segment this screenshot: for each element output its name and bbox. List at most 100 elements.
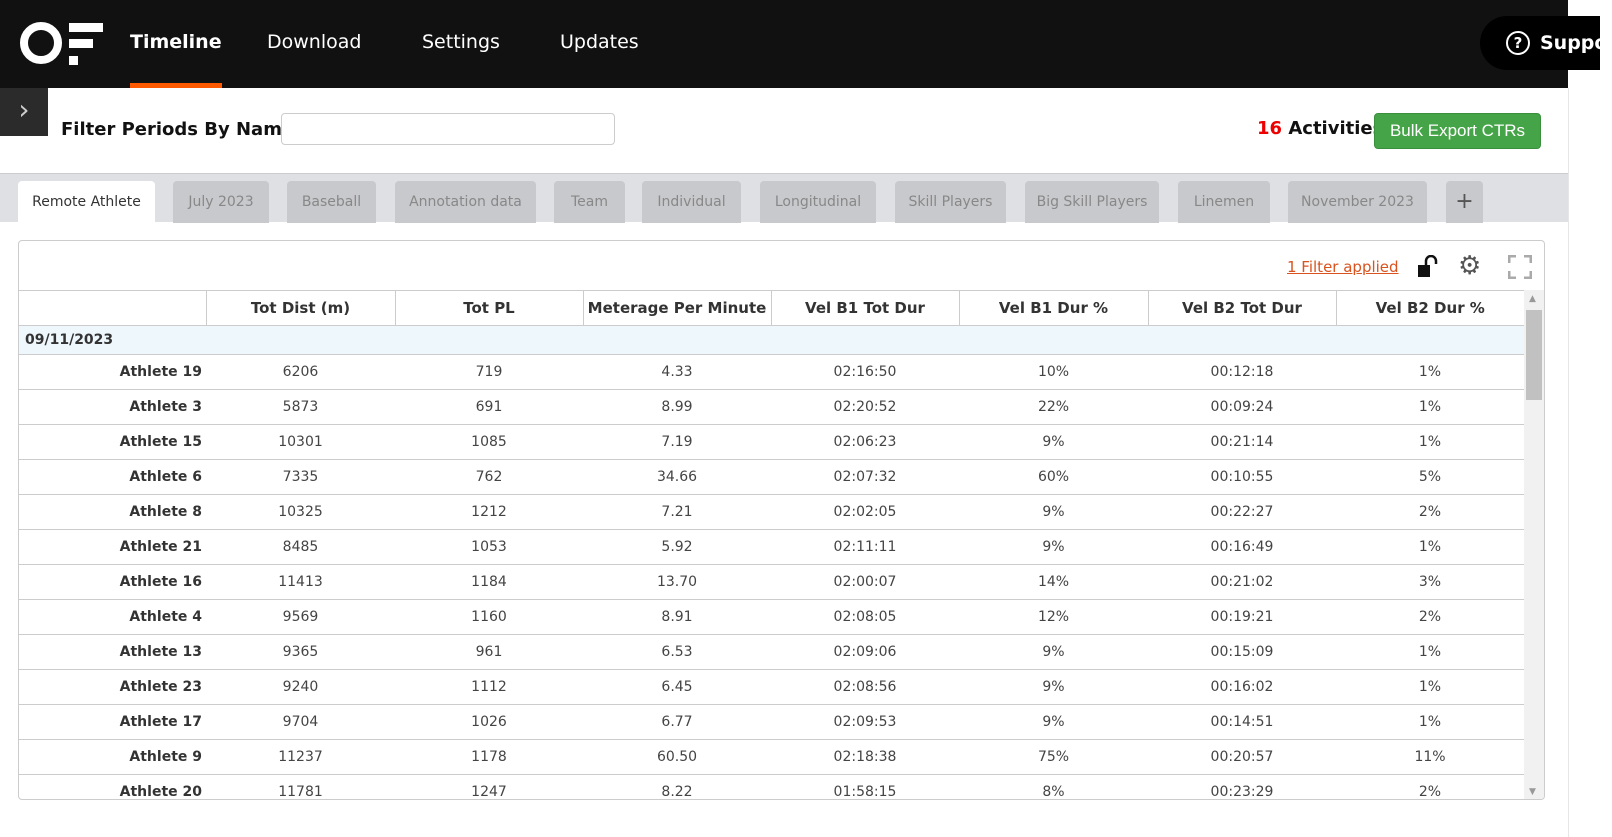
table-row[interactable]: Athlete 19 6206 719 4.33 02:16:50 10% 00:12:18… — [19, 354, 1524, 390]
col-header[interactable]: Tot Dist (m) — [205, 290, 395, 326]
nav-updates[interactable]: Updates — [560, 0, 639, 88]
athlete-name: Athlete 13 — [19, 634, 206, 670]
cell: 6206 — [206, 354, 395, 390]
cell: 691 — [395, 389, 583, 425]
table-row[interactable]: Athlete 16 11413 1184 13.70 02:00:07 14% 00:21… — [19, 564, 1524, 600]
table-row[interactable]: Athlete 23 9240 1112 6.45 02:08:56 9% 00:16:02… — [19, 669, 1524, 705]
col-header-athlete[interactable] — [19, 290, 206, 326]
cell: 01:58:15 — [771, 774, 959, 799]
tab-big-skill-players[interactable]: Big Skill Players — [1025, 181, 1159, 223]
cell: 9% — [959, 494, 1148, 530]
nav-download[interactable]: Download — [267, 0, 361, 88]
cell: 9% — [959, 704, 1148, 740]
cell: 02:06:23 — [771, 424, 959, 460]
athlete-name: Athlete 23 — [19, 669, 206, 705]
col-header[interactable]: Vel B1 Tot Dur — [770, 290, 959, 326]
table-row[interactable]: Athlete 3 5873 691 8.99 02:20:52 22% 00:09:24 1… — [19, 389, 1524, 425]
tab-longitudinal[interactable]: Longitudinal — [760, 181, 876, 223]
table-row[interactable]: Athlete 8 10325 1212 7.21 02:02:05 9% 00:22:27… — [19, 494, 1524, 530]
unlock-icon[interactable] — [1417, 255, 1439, 279]
nav-settings[interactable]: Settings — [422, 0, 500, 88]
cell: 02:18:38 — [771, 739, 959, 775]
col-header[interactable]: Tot PL — [394, 290, 583, 326]
cell: 00:16:49 — [1148, 529, 1336, 565]
scroll-up-icon[interactable]: ▲ — [1529, 294, 1536, 304]
tab-individual[interactable]: Individual — [642, 181, 741, 223]
cell: 6.53 — [583, 634, 771, 670]
cell: 34.66 — [583, 459, 771, 495]
athlete-name: Athlete 21 — [19, 529, 206, 565]
table-scrollbar[interactable]: ▲ ▼ — [1524, 290, 1544, 799]
add-tab-button[interactable]: + — [1446, 181, 1483, 223]
athlete-name: Athlete 3 — [19, 389, 206, 425]
cell: 9% — [959, 634, 1148, 670]
cell: 02:20:52 — [771, 389, 959, 425]
cell: 1247 — [395, 774, 583, 799]
cell: 762 — [395, 459, 583, 495]
cell: 7.19 — [583, 424, 771, 460]
cell: 00:19:21 — [1148, 599, 1336, 635]
filter-applied-link[interactable]: 1 Filter applied — [1287, 258, 1399, 276]
scrollbar-thumb[interactable] — [1526, 310, 1542, 400]
bulk-export-button[interactable]: Bulk Export CTRs — [1374, 113, 1541, 149]
cell: 4.33 — [583, 354, 771, 390]
col-header[interactable]: Vel B1 Dur % — [958, 290, 1148, 326]
col-header[interactable]: Vel B2 Tot Dur — [1147, 290, 1336, 326]
tab-july-2023[interactable]: July 2023 — [173, 181, 269, 223]
table-row[interactable]: Athlete 6 7335 762 34.66 02:07:32 60% 00:10:55… — [19, 459, 1524, 495]
athlete-name: Athlete 4 — [19, 599, 206, 635]
cell: 1112 — [395, 669, 583, 705]
metrics-table: Tot Dist (m) Tot PL Meterage Per Minute … — [19, 290, 1524, 799]
cell: 02:00:07 — [771, 564, 959, 600]
tab-annotation-data[interactable]: Annotation data — [395, 181, 536, 223]
tab-remote-athlete[interactable]: Remote Athlete — [18, 181, 155, 223]
cell: 00:21:02 — [1148, 564, 1336, 600]
tab-team[interactable]: Team — [554, 181, 625, 223]
gear-icon[interactable]: ⚙ — [1458, 251, 1481, 281]
col-header[interactable]: Meterage Per Minute — [582, 290, 771, 326]
cell: 1% — [1336, 424, 1524, 460]
cell: 1212 — [395, 494, 583, 530]
cell: 2% — [1336, 494, 1524, 530]
cell: 8% — [959, 774, 1148, 799]
table-row[interactable]: Athlete 13 9365 961 6.53 02:09:06 9% 00:15:09 1… — [19, 634, 1524, 670]
athlete-name: Athlete 15 — [19, 424, 206, 460]
table-row[interactable]: Athlete 21 8485 1053 5.92 02:11:11 9% 00:16:49… — [19, 529, 1524, 565]
fullscreen-icon[interactable] — [1508, 255, 1532, 279]
table-row[interactable]: Athlete 17 9704 1026 6.77 02:09:53 9% 00:14:51… — [19, 704, 1524, 740]
cell: 02:08:05 — [771, 599, 959, 635]
cell: 02:09:06 — [771, 634, 959, 670]
cell: 10325 — [206, 494, 395, 530]
support-label: Support — [1540, 32, 1600, 54]
page-scrollbar[interactable] — [1568, 88, 1612, 837]
cell: 9240 — [206, 669, 395, 705]
cell: 1% — [1336, 529, 1524, 565]
cell: 5% — [1336, 459, 1524, 495]
cell: 1184 — [395, 564, 583, 600]
cell: 1178 — [395, 739, 583, 775]
support-button[interactable]: ? Support — [1480, 16, 1600, 70]
cell: 1160 — [395, 599, 583, 635]
cell: 7.21 — [583, 494, 771, 530]
of-logo[interactable] — [19, 20, 105, 66]
cell: 00:12:18 — [1148, 354, 1336, 390]
table-row[interactable]: Athlete 4 9569 1160 8.91 02:08:05 12% 00:19:21… — [19, 599, 1524, 635]
tab-baseball[interactable]: Baseball — [287, 181, 376, 223]
filter-periods-input[interactable] — [281, 113, 615, 145]
table-row[interactable]: Athlete 20 11781 1247 8.22 01:58:15 8% 00:23:2… — [19, 774, 1524, 799]
scroll-down-icon[interactable]: ▼ — [1529, 787, 1536, 797]
cell: 11413 — [206, 564, 395, 600]
table-row[interactable]: Athlete 9 11237 1178 60.50 02:18:38 75% 00:20:… — [19, 739, 1524, 775]
cell: 00:14:51 — [1148, 704, 1336, 740]
tab-linemen[interactable]: Linemen — [1178, 181, 1270, 223]
cell: 00:21:14 — [1148, 424, 1336, 460]
table-row[interactable]: Athlete 15 10301 1085 7.19 02:06:23 9% 00:21:1… — [19, 424, 1524, 460]
nav-timeline[interactable]: Timeline — [130, 0, 222, 88]
athlete-name: Athlete 17 — [19, 704, 206, 740]
cell: 6.45 — [583, 669, 771, 705]
col-header[interactable]: Vel B2 Dur % — [1335, 290, 1524, 326]
tab-november-2023[interactable]: November 2023 — [1288, 181, 1427, 223]
sidebar-toggle-chevron-right-icon[interactable]: › — [0, 88, 48, 136]
tab-skill-players[interactable]: Skill Players — [895, 181, 1006, 223]
top-nav-bar: Timeline Download Settings Updates ? Supp… — [0, 0, 1600, 88]
